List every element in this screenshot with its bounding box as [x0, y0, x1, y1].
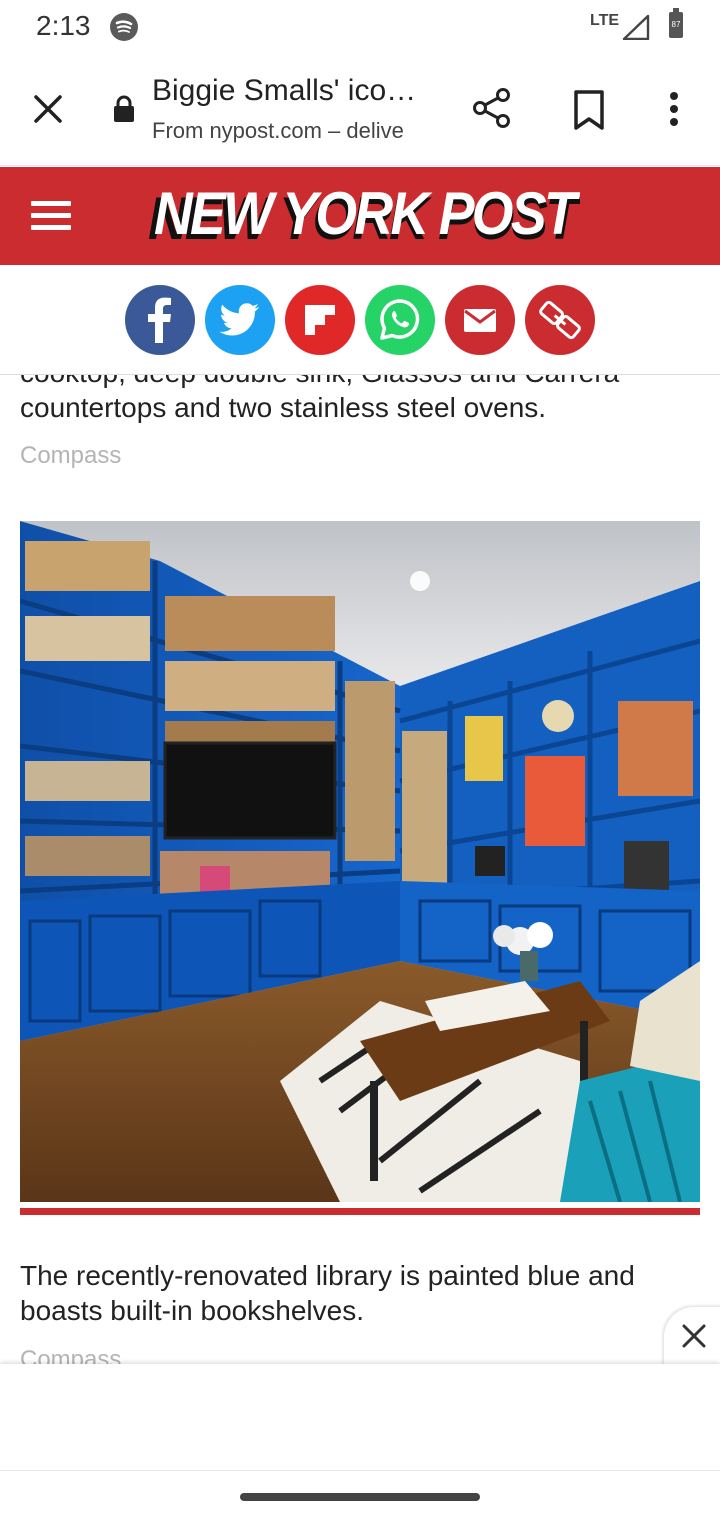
- spotify-icon: [110, 13, 138, 41]
- photo-accent-bar: [20, 1208, 700, 1215]
- bookmark-icon: [574, 90, 604, 130]
- previous-photo-credit: Compass: [20, 442, 122, 469]
- status-bar: 2:13 LTE 87: [0, 0, 720, 56]
- previous-caption: countertops and two stainless steel oven…: [20, 392, 547, 423]
- page-url: From nypost.com – delive: [152, 118, 404, 143]
- battery-level: 87: [671, 20, 681, 29]
- whatsapp-icon: [380, 299, 420, 340]
- battery-icon: 87: [669, 8, 683, 38]
- photo-caption: The recently-renovated library is painte…: [20, 1260, 635, 1326]
- whatsapp-share-button[interactable]: [365, 285, 435, 355]
- home-gesture-handle[interactable]: [240, 1493, 480, 1501]
- library-photo: [20, 521, 700, 1202]
- logo-text: NEW YORK POST: [154, 181, 580, 247]
- hamburger-line: [31, 201, 71, 206]
- lock-icon[interactable]: [113, 94, 135, 124]
- gesture-nav-bar: [0, 1470, 720, 1520]
- hamburger-line: [31, 213, 71, 218]
- custom-tab-toolbar: Biggie Smalls' ico… From nypost.com – de…: [0, 56, 720, 166]
- hamburger-menu-button[interactable]: [31, 201, 71, 233]
- page-title: Biggie Smalls' ico…: [152, 74, 417, 107]
- link-icon: [539, 300, 581, 340]
- signal-icon: [622, 14, 650, 40]
- close-icon: [34, 95, 62, 123]
- article-photo[interactable]: [20, 521, 700, 1202]
- flipboard-icon: [305, 305, 335, 335]
- status-time: 2:13: [36, 10, 91, 41]
- close-tab-button[interactable]: [28, 89, 68, 129]
- more-vert-icon: [670, 92, 678, 126]
- ad-close-button[interactable]: [664, 1307, 720, 1367]
- bookmark-button[interactable]: [569, 88, 609, 132]
- nypost-logo[interactable]: NEW YORK POST NEW YORK POST: [140, 181, 580, 251]
- email-icon: [464, 309, 496, 332]
- facebook-icon: [148, 297, 171, 343]
- more-options-button[interactable]: [660, 88, 688, 132]
- twitter-icon: [219, 303, 259, 336]
- close-icon: [682, 1324, 706, 1348]
- share-icon: [473, 88, 510, 128]
- twitter-share-button[interactable]: [205, 285, 275, 355]
- share-button[interactable]: [470, 86, 514, 130]
- email-share-button[interactable]: [445, 285, 515, 355]
- hamburger-line: [31, 225, 71, 230]
- share-bar: [0, 265, 720, 375]
- ad-banner[interactable]: [0, 1364, 720, 1470]
- copy-link-button[interactable]: [525, 285, 595, 355]
- network-type: LTE: [590, 12, 620, 29]
- flipboard-share-button[interactable]: [285, 285, 355, 355]
- facebook-share-button[interactable]: [125, 285, 195, 355]
- site-header: NEW YORK POST NEW YORK POST: [0, 167, 720, 265]
- screen: 2:13 LTE 87 Biggie Smalls' ico… From nyp…: [0, 0, 720, 1520]
